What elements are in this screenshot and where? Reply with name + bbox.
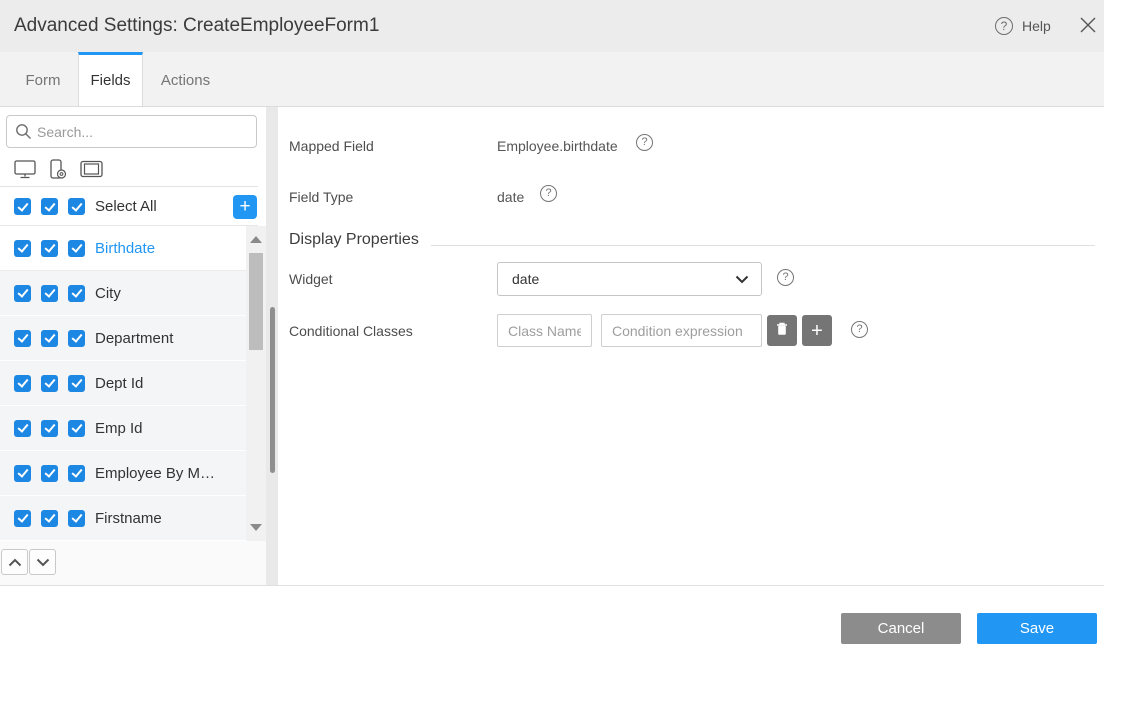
mobile-icon[interactable] xyxy=(49,159,67,180)
condition-expression-input[interactable] xyxy=(601,314,762,347)
page-title: Advanced Settings: CreateEmployeeForm1 xyxy=(14,0,379,52)
checkbox-desktop[interactable] xyxy=(14,198,31,215)
checkbox-mobile[interactable] xyxy=(41,285,58,302)
move-field-down-button[interactable] xyxy=(29,549,56,575)
widget-select[interactable]: date xyxy=(497,262,762,296)
field-list: Birthdate City Department Dept Id xyxy=(0,226,246,541)
field-type-help-icon[interactable] xyxy=(540,185,557,202)
move-field-up-button[interactable] xyxy=(1,549,28,575)
select-all-label: Select All xyxy=(95,198,157,215)
checkbox-mobile[interactable] xyxy=(41,465,58,482)
panel-scrollbar[interactable] xyxy=(266,107,278,585)
tab-actions[interactable]: Actions xyxy=(143,52,228,106)
checkbox-mobile[interactable] xyxy=(41,510,58,527)
list-item-department[interactable]: Department xyxy=(0,316,246,361)
desktop-icon[interactable] xyxy=(14,160,36,179)
checkbox-desktop[interactable] xyxy=(14,240,31,257)
checkbox-tablet[interactable] xyxy=(68,285,85,302)
tab-bar: Form Fields Actions xyxy=(0,52,1104,107)
field-label: Dept Id xyxy=(95,375,143,392)
help-icon[interactable] xyxy=(995,17,1013,35)
checkbox-mobile[interactable] xyxy=(41,375,58,392)
help-link[interactable]: Help xyxy=(1022,0,1051,52)
checkbox-mobile[interactable] xyxy=(41,420,58,437)
list-item-employee-by-m[interactable]: Employee By M… xyxy=(0,451,246,496)
tab-form[interactable]: Form xyxy=(8,52,78,106)
checkbox-desktop[interactable] xyxy=(14,285,31,302)
tab-fields[interactable]: Fields xyxy=(78,52,143,106)
mapped-field-value: Employee.birthdate xyxy=(497,138,618,154)
checkbox-desktop[interactable] xyxy=(14,510,31,527)
field-properties-panel: Mapped Field Employee.birthdate Field Ty… xyxy=(280,107,1104,585)
field-label: Emp Id xyxy=(95,420,143,437)
field-list-scrollbar[interactable] xyxy=(246,226,266,541)
checkbox-tablet[interactable] xyxy=(68,510,85,527)
conditional-classes-label: Conditional Classes xyxy=(289,323,413,339)
checkbox-tablet[interactable] xyxy=(68,330,85,347)
search-box xyxy=(6,115,257,148)
widget-selected-value: date xyxy=(512,271,735,287)
section-heading: Display Properties xyxy=(289,231,419,249)
checkbox-tablet[interactable] xyxy=(68,465,85,482)
chevron-down-icon xyxy=(735,271,749,287)
field-order-controls xyxy=(0,541,266,585)
add-field-button[interactable] xyxy=(233,195,257,219)
device-toggle-row xyxy=(0,152,258,187)
scrollbar-thumb[interactable] xyxy=(270,307,275,473)
checkbox-mobile[interactable] xyxy=(41,240,58,257)
select-all-row: Select All xyxy=(0,188,258,226)
delete-conditional-class-button[interactable] xyxy=(767,315,797,346)
mapped-field-label: Mapped Field xyxy=(289,138,374,154)
dialog-header: Advanced Settings: CreateEmployeeForm1 H… xyxy=(0,0,1104,52)
add-conditional-class-button[interactable] xyxy=(802,315,832,346)
checkbox-mobile[interactable] xyxy=(41,330,58,347)
close-icon[interactable] xyxy=(1078,15,1098,35)
save-button[interactable]: Save xyxy=(977,613,1097,644)
checkbox-desktop[interactable] xyxy=(14,375,31,392)
checkbox-desktop[interactable] xyxy=(14,420,31,437)
field-label: Employee By M… xyxy=(95,465,215,482)
list-item-dept-id[interactable]: Dept Id xyxy=(0,361,246,406)
fields-sidebar: Select All Birthdate City Department xyxy=(0,107,268,585)
checkbox-tablet[interactable] xyxy=(68,420,85,437)
scroll-up-arrow-icon[interactable] xyxy=(250,236,262,243)
section-divider xyxy=(431,245,1095,246)
tablet-icon[interactable] xyxy=(80,160,103,178)
checkbox-tablet[interactable] xyxy=(68,240,85,257)
field-type-value: date xyxy=(497,189,524,205)
scrollbar-thumb[interactable] xyxy=(249,253,263,350)
list-item-firstname[interactable]: Firstname xyxy=(0,496,246,541)
cancel-button[interactable]: Cancel xyxy=(841,613,961,644)
footer-divider xyxy=(0,585,1104,586)
scroll-down-arrow-icon[interactable] xyxy=(250,524,262,531)
field-label: Department xyxy=(95,330,173,347)
list-item-city[interactable]: City xyxy=(0,271,246,316)
trash-icon xyxy=(776,322,788,339)
conditional-classes-help-icon[interactable] xyxy=(851,321,868,338)
checkbox-desktop[interactable] xyxy=(14,465,31,482)
list-item-birthdate[interactable]: Birthdate xyxy=(0,226,246,271)
widget-label: Widget xyxy=(289,271,333,287)
advanced-settings-dialog: Advanced Settings: CreateEmployeeForm1 H… xyxy=(0,0,1148,717)
field-type-label: Field Type xyxy=(289,189,353,205)
display-properties-section: Display Properties xyxy=(289,231,1095,249)
widget-help-icon[interactable] xyxy=(777,269,794,286)
checkbox-desktop[interactable] xyxy=(14,330,31,347)
list-item-emp-id[interactable]: Emp Id xyxy=(0,406,246,451)
field-label: Birthdate xyxy=(95,240,155,257)
checkbox-tablet[interactable] xyxy=(68,375,85,392)
class-name-input[interactable] xyxy=(497,314,592,347)
field-label: Firstname xyxy=(95,510,162,527)
checkbox-mobile[interactable] xyxy=(41,198,58,215)
search-input[interactable] xyxy=(6,115,257,148)
checkbox-tablet[interactable] xyxy=(68,198,85,215)
search-icon xyxy=(15,123,32,140)
mapped-field-help-icon[interactable] xyxy=(636,134,653,151)
field-label: City xyxy=(95,285,121,302)
